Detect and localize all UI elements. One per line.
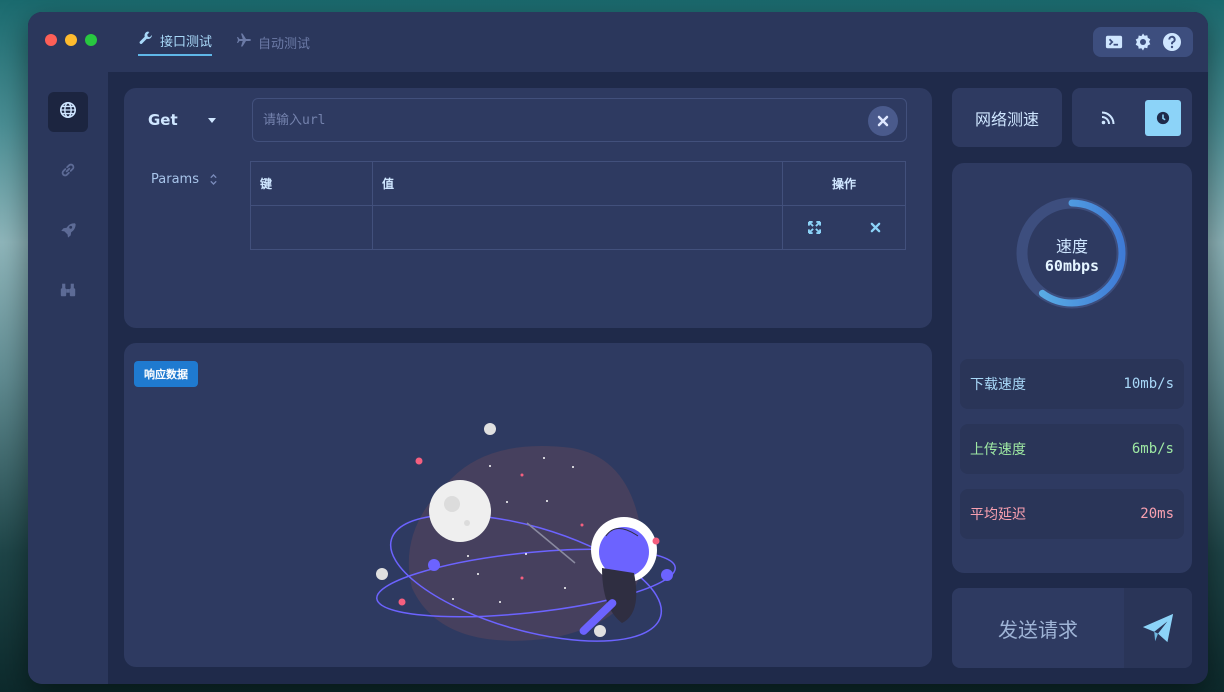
params-table-header: 键 值 操作 [250, 161, 906, 206]
method-select[interactable]: Get [148, 100, 238, 140]
mode-toggle [1072, 88, 1192, 147]
table-row [250, 205, 906, 250]
param-value-cell[interactable] [372, 205, 783, 250]
expand-icon[interactable] [807, 221, 821, 234]
upload-speed-row: 上传速度 6mb/s [960, 424, 1184, 474]
send-request-button[interactable]: 发送请求 [952, 588, 1192, 668]
params-table: 键 值 操作 [250, 161, 906, 250]
column-value: 值 [372, 161, 783, 206]
latency-row: 平均延迟 20ms [960, 489, 1184, 539]
request-panel: Get Params 键 值 操作 [124, 88, 932, 328]
delete-param-icon[interactable] [870, 222, 881, 233]
gauge-value: 60mbps [1044, 257, 1100, 275]
sort-icon [210, 174, 217, 185]
toolbar-tools [1093, 27, 1193, 57]
close-window-button[interactable] [45, 34, 57, 46]
gear-icon[interactable] [1132, 31, 1154, 53]
sidebar-item-link[interactable] [48, 152, 88, 192]
response-badge: 响应数据 [134, 361, 198, 387]
app-window: 接口测试 自动测试 Get 请输入url Params 键 值 操作 响应数据 … [28, 12, 1208, 684]
wrench-icon [138, 30, 154, 50]
globe-icon [59, 101, 77, 123]
chevron-down-icon [207, 117, 216, 123]
send-request-label: 发送请求 [998, 617, 1078, 642]
speed-test-label: 网络测速 [974, 109, 1039, 129]
sidebar-item-globe[interactable] [48, 92, 88, 132]
rss-icon[interactable] [1090, 100, 1126, 136]
param-actions-cell [782, 205, 906, 250]
sidebar-item-rocket[interactable] [48, 212, 88, 252]
method-label: Get [148, 111, 178, 129]
gauge-label: 速度 [1055, 237, 1088, 256]
binoculars-icon [59, 281, 77, 303]
clock-icon[interactable] [1145, 100, 1181, 136]
download-speed-row: 下载速度 10mb/s [960, 359, 1184, 409]
speed-gauge: 速度 60mbps [1014, 195, 1130, 311]
url-input-wrapper [252, 98, 907, 142]
latency-label: 平均延迟 [970, 507, 1026, 523]
upload-speed-value: 6mb/s [1131, 441, 1174, 457]
link-icon [59, 161, 77, 183]
tab-auto-test[interactable]: 自动测试 [236, 28, 310, 56]
tab-api-test[interactable]: 接口测试 [138, 28, 213, 56]
speed-test-button[interactable]: 网络测速 [952, 88, 1062, 147]
param-key-cell[interactable] [250, 205, 373, 250]
close-icon [877, 115, 889, 127]
titlebar: 接口测试 自动测试 [28, 12, 1208, 72]
column-actions: 操作 [782, 161, 906, 206]
help-icon[interactable] [1161, 31, 1183, 53]
response-panel: 响应数据 [124, 343, 932, 667]
paper-plane-icon [1124, 588, 1192, 668]
url-input[interactable] [263, 99, 853, 141]
astronaut-illustration [376, 423, 676, 642]
minimize-window-button[interactable] [65, 34, 77, 46]
network-stats-panel: 速度 60mbps 下载速度 10mb/s 上传速度 6mb/s 平均延迟 20… [952, 163, 1192, 573]
maximize-window-button[interactable] [85, 34, 97, 46]
clear-url-button[interactable] [868, 106, 898, 136]
download-speed-value: 10mb/s [1123, 376, 1174, 392]
download-speed-label: 下载速度 [970, 377, 1026, 393]
params-label: Params [151, 172, 199, 187]
sidebar [28, 72, 108, 684]
params-toggle[interactable]: Params [151, 172, 218, 187]
tab-auto-test-label: 自动测试 [258, 36, 311, 52]
rocket-icon [59, 221, 77, 243]
latency-value: 20ms [1140, 506, 1174, 522]
airplane-icon [236, 32, 252, 52]
terminal-icon[interactable] [1103, 31, 1125, 53]
sidebar-item-binoculars[interactable] [48, 272, 88, 312]
column-key: 键 [250, 161, 373, 206]
upload-speed-label: 上传速度 [970, 442, 1026, 458]
tab-api-test-label: 接口测试 [160, 34, 213, 50]
